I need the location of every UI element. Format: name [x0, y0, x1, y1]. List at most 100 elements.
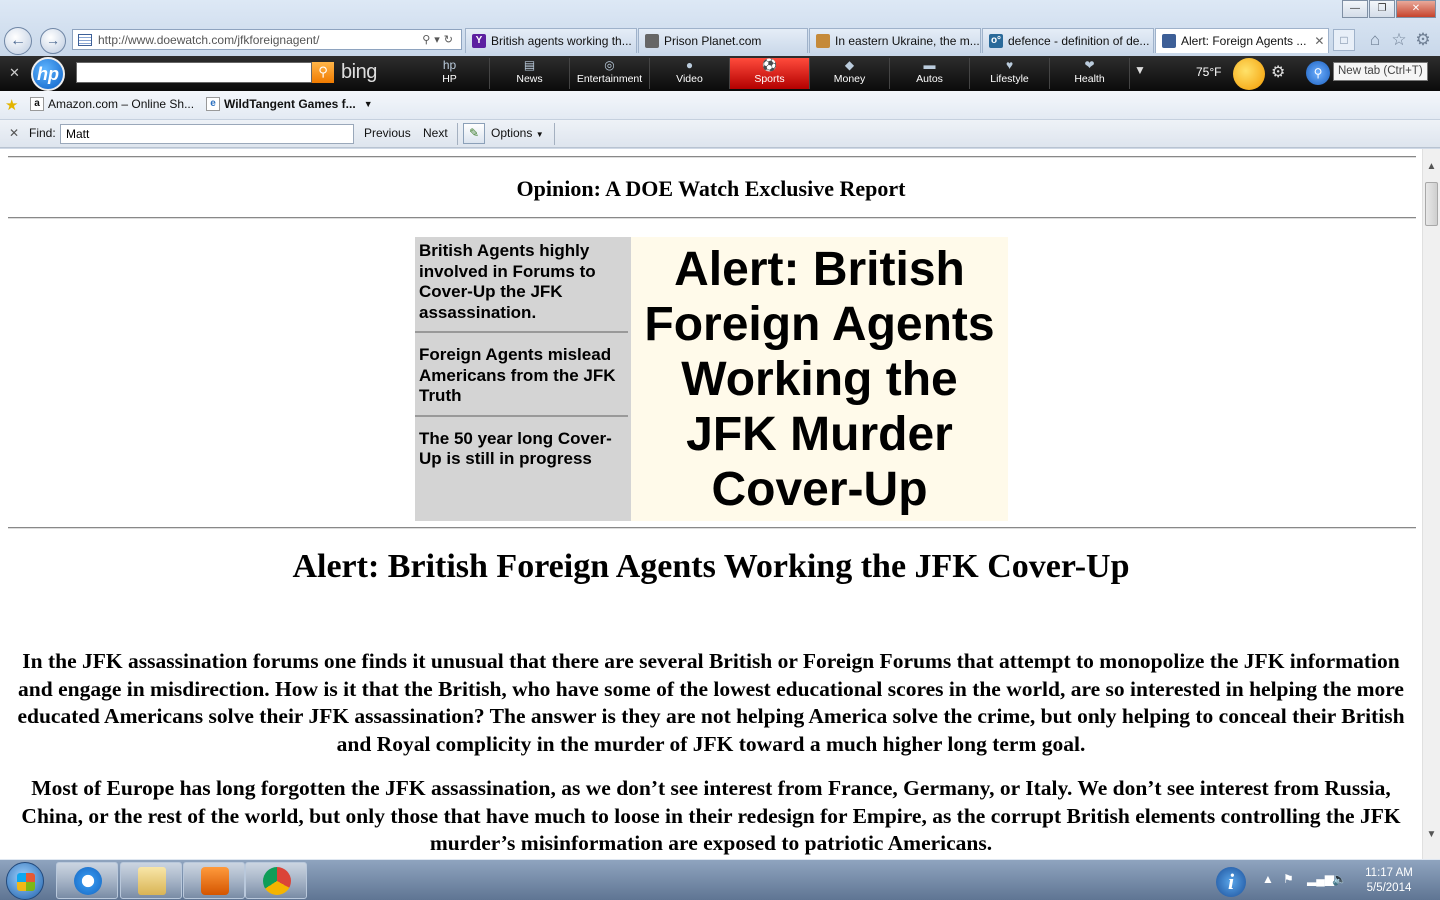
close-find-icon[interactable]: ✕ — [9, 126, 19, 140]
favorite-link-amazon[interactable]: a Amazon.com – Online Sh... — [30, 97, 194, 111]
hp-nav-sports[interactable]: ⚽ Sports — [730, 58, 810, 89]
browser-tab[interactable]: o° defence - definition of de... — [982, 28, 1154, 53]
browser-tab[interactable]: Prison Planet.com — [638, 28, 808, 53]
taskbar-chrome[interactable] — [245, 862, 307, 899]
tab-strip: Y British agents working th... Prison Plan… — [465, 28, 1330, 53]
hp-nav-video[interactable]: ● Video — [650, 58, 730, 89]
chevron-down-icon: ▼ — [535, 130, 544, 139]
article-heading: Alert: British Foreign Agents Working th… — [292, 548, 1130, 585]
back-button[interactable]: ← — [4, 27, 32, 55]
tab-favicon-icon — [816, 34, 830, 48]
window-controls: — ❐ ✕ — [1341, 0, 1436, 18]
tab-label: British agents working th... — [491, 34, 632, 48]
tab-label: Prison Planet.com — [664, 34, 762, 48]
hp-nav-health[interactable]: ❤ Health — [1050, 58, 1130, 89]
sidebar-headline: British Agents highly involved in Forums… — [415, 237, 628, 333]
weather-temperature: 75°F — [1196, 65, 1222, 79]
hp-nav-lifestyle[interactable]: ♥ Lifestyle — [970, 58, 1050, 89]
find-next-button[interactable]: Next — [423, 126, 448, 140]
hp-nav-news[interactable]: ▤ News — [490, 58, 570, 89]
tooltip: New tab (Ctrl+T) — [1333, 62, 1428, 81]
tab-favicon-icon — [1162, 34, 1176, 48]
minimize-button[interactable]: — — [1342, 0, 1368, 18]
tab-label: In eastern Ukraine, the m... — [835, 34, 980, 48]
highlight-pencil-icon[interactable]: ✎ — [463, 123, 485, 144]
forward-button[interactable]: → — [40, 28, 66, 54]
start-button[interactable] — [6, 862, 44, 900]
health-icon: ❤ — [1084, 58, 1095, 72]
scroll-up-arrow-icon[interactable]: ▲ — [1423, 161, 1440, 177]
horizontal-rule — [8, 217, 1416, 219]
hp-nav-money[interactable]: ◆ Money — [810, 58, 890, 89]
browser-tab[interactable]: In eastern Ukraine, the m... — [809, 28, 981, 53]
close-window-button[interactable]: ✕ — [1396, 0, 1436, 18]
restore-button[interactable]: ❐ — [1369, 0, 1395, 18]
media-player-icon — [201, 867, 229, 895]
page-icon — [78, 33, 92, 46]
magnifier-icon[interactable]: ⚲ — [1306, 61, 1330, 85]
find-input[interactable]: Matt — [60, 124, 354, 144]
favorite-link-wildtangent[interactable]: e WildTangent Games f... ▼ — [206, 97, 373, 111]
favorites-star-icon[interactable]: ☆ — [1389, 30, 1409, 50]
new-tab-button[interactable]: □ — [1333, 29, 1355, 51]
hp-nav-label: News — [516, 73, 543, 85]
toolbar-search-input[interactable] — [76, 62, 312, 83]
internet-explorer-icon — [74, 867, 102, 895]
bing-logo: bing — [341, 61, 377, 83]
find-options-label: Options — [491, 126, 533, 140]
article-paragraph: Most of Europe has long forgotten the JF… — [21, 776, 1401, 856]
hp-icon: hp — [442, 58, 457, 72]
taskbar-file-explorer[interactable] — [120, 862, 182, 899]
hp-nav-hp[interactable]: hp HP — [410, 58, 490, 89]
volume-icon[interactable]: 🔈 — [1332, 872, 1347, 886]
toolbar-settings-icon[interactable]: ⚙ — [1271, 62, 1285, 82]
clock[interactable]: 11:17 AM 5/5/2014 — [1358, 866, 1420, 896]
hp-nav-autos[interactable]: ▬ Autos — [890, 58, 970, 89]
taskbar-internet-explorer[interactable] — [56, 862, 118, 899]
browser-tab[interactable]: Y British agents working th... — [465, 28, 637, 53]
chevron-down-icon[interactable]: ▼ — [364, 99, 373, 109]
find-previous-button[interactable]: Previous — [364, 126, 411, 140]
hp-nav-label: Autos — [916, 73, 943, 85]
action-center-flag-icon[interactable]: ⚑ — [1283, 872, 1294, 886]
horizontal-rule — [8, 527, 1416, 529]
hp-nav-label: Entertainment — [576, 73, 643, 85]
divider — [457, 123, 458, 145]
hp-nav-entertainment[interactable]: ◎ Entertainment — [570, 58, 650, 89]
tools-gear-icon[interactable]: ⚙ — [1413, 30, 1433, 50]
sidebar-headline: Foreign Agents mislead Americans from th… — [415, 333, 628, 417]
entertainment-icon: ◎ — [604, 58, 615, 72]
hp-logo[interactable]: hp — [31, 57, 65, 91]
scroll-thumb[interactable] — [1425, 182, 1438, 226]
close-tab-icon[interactable]: ✕ — [1314, 34, 1324, 48]
close-toolbar-icon[interactable]: ✕ — [9, 65, 20, 81]
network-signal-icon[interactable]: ▂▄▆ — [1307, 872, 1334, 886]
tab-favicon-icon: Y — [472, 34, 486, 48]
vertical-scrollbar[interactable]: ▲ ▼ — [1422, 149, 1440, 859]
page-content: Opinion: A DOE Watch Exclusive Report Br… — [0, 149, 1422, 859]
opinion-header: Opinion: A DOE Watch Exclusive Report — [516, 176, 906, 201]
sun-icon — [1233, 58, 1265, 90]
info-tray-icon[interactable]: i — [1216, 867, 1246, 897]
tab-favicon-icon — [645, 34, 659, 48]
autos-icon: ▬ — [923, 58, 936, 72]
horizontal-rule — [8, 156, 1416, 158]
chevron-down-icon[interactable]: ▼ — [1134, 63, 1146, 77]
favorites-icon[interactable]: ★ — [5, 96, 18, 114]
favorite-label: Amazon.com – Online Sh... — [48, 97, 195, 111]
scroll-down-arrow-icon[interactable]: ▼ — [1423, 829, 1440, 845]
taskbar-media-player[interactable] — [183, 862, 245, 899]
home-icon[interactable]: ⌂ — [1365, 30, 1385, 50]
show-hidden-icons-icon[interactable]: ▲ — [1262, 872, 1274, 886]
hp-nav-label: Health — [1074, 73, 1105, 85]
find-options-button[interactable]: Options ▼ — [491, 126, 544, 140]
news-icon: ▤ — [523, 58, 536, 72]
browser-tab[interactable]: Alert: Foreign Agents ... ✕ — [1155, 28, 1329, 53]
search-icon[interactable]: ⚲ — [312, 62, 334, 83]
address-bar[interactable]: http://www.doewatch.com/jfkforeignagent/… — [72, 29, 462, 50]
hp-nav-label: HP — [442, 73, 457, 85]
address-url[interactable]: http://www.doewatch.com/jfkforeignagent/ — [98, 33, 422, 47]
search-refresh-icon[interactable]: ⚲▾↻ — [422, 33, 461, 46]
hp-nav-label: Lifestyle — [990, 73, 1029, 85]
alert-banner: Alert: British Foreign Agents Working th… — [631, 237, 1008, 521]
